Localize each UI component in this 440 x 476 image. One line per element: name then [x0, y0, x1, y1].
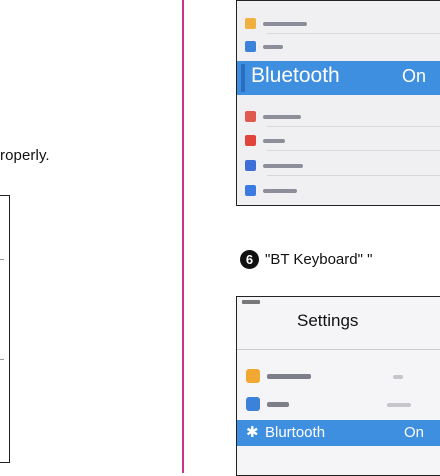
row-label-blurred — [267, 402, 289, 407]
step-caption: 6 "BT Keyboard" " — [240, 250, 372, 269]
bluetooth-row-selected[interactable]: ✱ Blurtooth On — [237, 420, 440, 446]
step-number-badge: 6 — [240, 250, 259, 269]
bluetooth-state: On — [404, 424, 425, 441]
airplane-icon — [245, 18, 256, 29]
table-frame — [0, 195, 10, 463]
wifi-icon — [246, 397, 260, 411]
settings-row — [241, 14, 440, 34]
settings-title: Settings — [297, 311, 359, 330]
screen-time-icon — [245, 185, 256, 196]
bluetooth-label: Blurtooth — [265, 424, 326, 441]
settings-screenshot-top: Bluetooth On — [236, 0, 440, 206]
settings-screenshot-bottom: Settings ✱ Blurtooth On — [236, 296, 440, 476]
do-not-disturb-icon — [245, 160, 256, 171]
settings-row-airplane[interactable] — [237, 362, 440, 390]
bluetooth-label: Bluetooth — [251, 64, 340, 87]
settings-row-wifi[interactable] — [237, 390, 440, 418]
settings-row — [241, 107, 440, 127]
bluetooth-icon — [241, 64, 245, 92]
airplane-icon — [246, 369, 260, 383]
row-label-blurred — [263, 139, 285, 143]
row-value-blurred — [387, 403, 411, 407]
row-label-blurred — [263, 115, 301, 119]
caption-text: "BT Keyboard" " — [265, 251, 373, 268]
bluetooth-icon: ✱ — [246, 424, 259, 441]
row-label-blurred — [263, 45, 283, 49]
column-divider — [182, 0, 184, 473]
row-label-blurred — [263, 189, 297, 193]
row-value-blurred — [393, 375, 403, 379]
status-bar-carrier — [242, 300, 260, 304]
settings-row — [241, 131, 440, 151]
row-label-blurred — [263, 22, 307, 26]
sounds-icon — [245, 135, 256, 146]
settings-row — [241, 37, 440, 57]
settings-row — [241, 156, 440, 176]
row-label-blurred — [263, 164, 303, 168]
notifications-icon — [245, 111, 256, 122]
bluetooth-state: On — [402, 66, 427, 86]
table-row-divider — [0, 359, 4, 360]
row-label-blurred — [267, 374, 311, 379]
instruction-text-fragment: roperly. — [0, 147, 50, 164]
wifi-icon — [245, 41, 256, 52]
settings-row — [241, 181, 440, 201]
bluetooth-row-highlighted[interactable]: Bluetooth On — [237, 61, 440, 95]
table-row-divider — [0, 259, 4, 260]
